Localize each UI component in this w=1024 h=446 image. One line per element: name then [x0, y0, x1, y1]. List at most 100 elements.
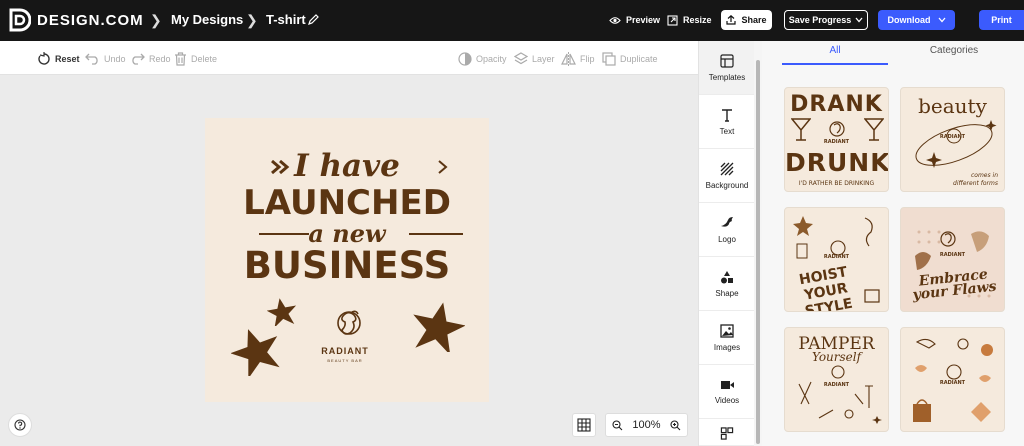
resize-button[interactable]: Resize: [667, 10, 712, 30]
layers-icon: [514, 52, 528, 65]
template-caption: I'D RATHER BE DRINKING: [798, 180, 875, 187]
undo-label: Undo: [104, 53, 126, 64]
orbit-star-icon: [915, 120, 997, 168]
side-item-label: Text: [719, 126, 735, 136]
breadcrumb-current-design[interactable]: T-shirt: [266, 12, 306, 27]
opacity-button[interactable]: Opacity: [458, 51, 507, 66]
design-canvas[interactable]: I have LAUNCHED a new BUSINESS RADIANT B…: [205, 118, 489, 402]
flip-icon: [561, 51, 576, 66]
preview-button[interactable]: Preview: [609, 10, 660, 30]
chevron-down-icon: [938, 17, 945, 23]
top-bar: DESIGN.COM ❯ My Designs ❯ T-shirt Previe…: [0, 0, 1024, 41]
redo-label: Redo: [149, 53, 171, 64]
redo-button[interactable]: Redo: [130, 51, 171, 66]
save-progress-button[interactable]: Save Progress: [784, 10, 868, 30]
design-line-2[interactable]: LAUNCHED: [205, 183, 489, 223]
logo-icon: [721, 216, 733, 227]
template-brand: RADIANT: [939, 380, 966, 386]
background-icon: [720, 162, 734, 175]
side-item-more[interactable]: [699, 419, 755, 446]
share-button[interactable]: Share: [721, 10, 772, 30]
trash-icon: [175, 51, 186, 66]
zoom-out-icon[interactable]: [612, 419, 623, 431]
logo-text: DESIGN.COM: [37, 11, 144, 29]
template-caption: comes in different forms: [953, 172, 998, 187]
side-tool-panel: Templates Text Background Logo Shape Ima…: [698, 41, 755, 446]
woman-logo-icon: [829, 121, 845, 137]
side-item-label: Background: [705, 180, 749, 190]
print-label: Print: [991, 15, 1012, 25]
star-icon[interactable]: [267, 298, 297, 326]
download-button[interactable]: Download: [878, 10, 955, 30]
star-icon[interactable]: [411, 302, 465, 352]
layer-button[interactable]: Layer: [514, 51, 555, 66]
undo-button[interactable]: Undo: [85, 51, 126, 66]
resize-label: Resize: [683, 15, 712, 25]
side-item-label: Templates: [708, 72, 746, 82]
question-circle-icon: [14, 419, 26, 431]
save-progress-label: Save Progress: [788, 15, 852, 25]
flip-button[interactable]: Flip: [561, 51, 595, 66]
star-icon[interactable]: [231, 326, 281, 376]
reset-icon: [38, 51, 50, 65]
redo-icon: [132, 53, 145, 65]
eye-icon: [609, 16, 621, 24]
text-icon: [722, 108, 732, 122]
delete-label: Delete: [191, 53, 218, 64]
design-brand-subtitle[interactable]: BEAUTY BAR: [321, 358, 369, 363]
side-item-label: Logo: [718, 234, 736, 244]
layer-label: Layer: [532, 53, 555, 64]
template-card[interactable]: DRANK RADIANT DRUNK I'D RATHER BE DRINKI…: [784, 87, 889, 192]
template-brand: RADIANT: [939, 252, 966, 258]
tab-all[interactable]: All: [782, 45, 888, 56]
zoom-in-icon[interactable]: [670, 419, 681, 431]
design-line-1[interactable]: I have: [205, 148, 489, 184]
print-button[interactable]: Print: [979, 10, 1024, 30]
side-item-templates[interactable]: Templates: [699, 41, 755, 95]
templates-icon: [720, 53, 734, 68]
template-subtitle: Yourself: [811, 350, 862, 364]
duplicate-label: Duplicate: [620, 53, 658, 64]
side-item-text[interactable]: Text: [699, 95, 755, 149]
upload-icon: [726, 15, 737, 25]
template-card[interactable]: PAMPER Yourself RADIANT: [784, 327, 889, 432]
template-brand: RADIANT: [939, 134, 966, 140]
template-card[interactable]: RADIANT HOIST YOUR STYLE: [784, 207, 889, 312]
side-item-videos[interactable]: Videos: [699, 365, 755, 419]
qr-code-icon: [720, 427, 734, 440]
pencil-edit-icon[interactable]: [308, 14, 319, 25]
undo-icon: [85, 53, 98, 65]
duplicate-icon: [602, 51, 616, 66]
grid-toggle-button[interactable]: [572, 413, 596, 437]
resize-icon: [667, 14, 678, 26]
side-item-label: Shape: [715, 288, 739, 298]
template-card[interactable]: RADIANT: [900, 327, 1005, 432]
zoom-level[interactable]: 100%: [632, 419, 660, 431]
templates-panel: All Categories DRANK RADIANT DRUNK I'D R…: [762, 41, 1024, 446]
active-tab-indicator: [782, 63, 888, 65]
breadcrumb-my-designs[interactable]: My Designs: [171, 12, 243, 27]
template-card[interactable]: beauty RADIANT comes in different forms: [900, 87, 1005, 192]
share-label: Share: [741, 15, 767, 25]
scrollbar-thumb[interactable]: [756, 60, 760, 444]
woman-logo-icon[interactable]: [334, 308, 364, 344]
chevron-down-icon: [855, 17, 863, 23]
download-label: Download: [887, 15, 931, 25]
side-item-background[interactable]: Background: [699, 149, 755, 203]
side-item-shape[interactable]: Shape: [699, 257, 755, 311]
design-brand-name[interactable]: RADIANT: [321, 346, 369, 356]
design-line-4[interactable]: BUSINESS: [205, 244, 489, 287]
logo[interactable]: DESIGN.COM: [9, 8, 144, 32]
help-button[interactable]: [8, 413, 32, 437]
shape-icon: [721, 270, 733, 283]
side-item-logo[interactable]: Logo: [699, 203, 755, 257]
template-card[interactable]: RADIANT Embrace your Flaws: [900, 207, 1005, 312]
duplicate-button[interactable]: Duplicate: [602, 51, 658, 66]
delete-button[interactable]: Delete: [174, 51, 217, 66]
videos-icon: [720, 380, 734, 389]
reset-button[interactable]: Reset: [37, 51, 80, 66]
tab-categories[interactable]: Categories: [909, 45, 999, 56]
side-item-images[interactable]: Images: [699, 311, 755, 365]
chevron-right-icon: ❯: [246, 12, 258, 28]
edit-toolbar: Reset Undo Redo Delete Opacity Layer Fli…: [0, 41, 698, 75]
